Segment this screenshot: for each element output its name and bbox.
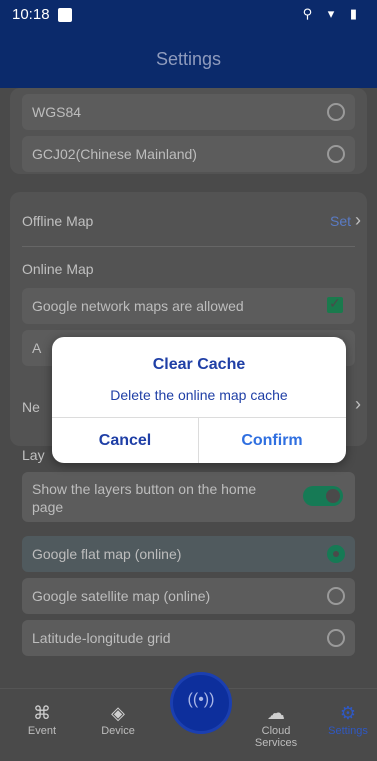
layer-option-grid[interactable]: Latitude-longitude grid [22,620,355,656]
layers-button-label: Show the layers button on the home page [32,481,257,515]
notification-icon [58,8,72,22]
broadcast-icon: ((•)) [187,691,215,708]
status-bar: 10:18 ⚲ ▾ ▮ [0,0,377,30]
layers-button-toggle-row[interactable]: Show the layers button on the home page [22,472,355,522]
confirm-button[interactable]: Confirm [199,418,345,463]
online-option-label: A [32,340,42,356]
status-time: 10:18 [12,6,50,23]
toggle-switch[interactable] [303,486,343,506]
layer-option-label: Latitude-longitude grid [32,630,171,646]
layer-option-google-flat[interactable]: Google flat map (online) [22,536,355,572]
nav-event[interactable]: ⌘ Event [12,703,72,737]
layer-option-label: Google flat map (online) [32,546,182,562]
chevron-right-icon[interactable]: › [355,394,361,415]
layer-option-google-satellite[interactable]: Google satellite map (online) [22,578,355,614]
status-icons: ⚲ ▾ ▮ [302,6,363,21]
radio-selected-icon[interactable] [327,545,345,563]
online-map-label: Online Map [22,261,94,277]
coord-option-label: WGS84 [32,104,82,120]
network-label: Ne [22,399,40,415]
offline-map-set-link[interactable]: Set [330,213,351,229]
nav-cloud[interactable]: ☁ Cloud Services [246,703,306,749]
dialog-title: Clear Cache [152,356,246,373]
cancel-button[interactable]: Cancel [52,418,198,463]
coord-option-wgs84[interactable]: WGS84 [22,94,355,130]
cloud-icon: ☁ [267,703,285,723]
nav-event-label: Event [27,725,57,737]
nav-settings[interactable]: ⚙ Settings [318,703,377,737]
nav-settings-label: Settings [328,725,368,737]
clear-cache-dialog: Clear Cache Delete the online map cache … [52,337,346,463]
offline-map-label: Offline Map [22,213,94,229]
nav-cloud-label: Cloud Services [254,725,298,749]
app-bar: Settings [0,30,377,88]
layers-label: Lay [22,447,45,463]
coord-option-label: GCJ02(Chinese Mainland) [32,146,197,162]
gear-icon: ⚙ [339,703,357,723]
online-option-google[interactable]: Google network maps are allowed [22,288,355,324]
checkbox-checked-icon[interactable] [327,295,343,313]
radio-icon[interactable] [327,145,345,163]
dialog-message: Delete the online map cache [110,387,288,403]
coord-option-gcj02[interactable]: GCJ02(Chinese Mainland) [22,136,355,172]
device-icon: ◈ [111,703,125,723]
nav-device-label: Device [101,725,135,737]
event-icon: ⌘ [33,703,51,723]
broadcast-button[interactable]: ((•)) [170,672,232,734]
layer-option-label: Google satellite map (online) [32,588,211,604]
divider [22,246,355,247]
online-option-label: Google network maps are allowed [32,298,244,314]
chevron-right-icon[interactable]: › [355,210,361,231]
radio-icon[interactable] [327,103,345,121]
nav-device[interactable]: ◈ Device [88,703,148,737]
radio-icon[interactable] [327,629,345,647]
radio-icon[interactable] [327,587,345,605]
page-title: Settings [155,49,222,69]
